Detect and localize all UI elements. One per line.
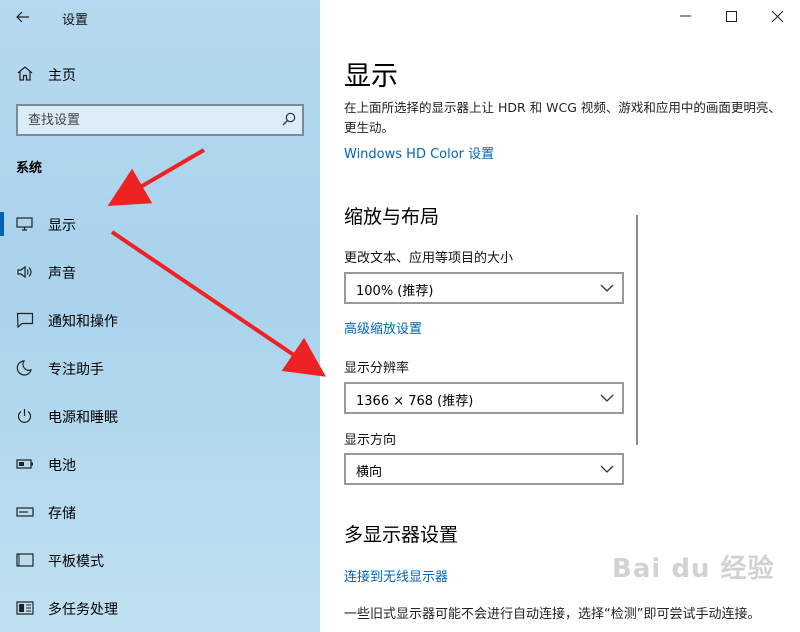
advanced-scaling-link[interactable]: 高级缩放设置 <box>344 318 422 337</box>
resolution-label: 显示分辨率 <box>344 361 410 376</box>
sidebar-item-label: 多任务处理 <box>48 602 118 618</box>
back-arrow-icon <box>16 11 29 23</box>
title-bar: 设置 <box>0 0 320 34</box>
minimize-button[interactable] <box>662 0 708 32</box>
sidebar-item-sound[interactable]: 声音 <box>0 250 320 294</box>
sidebar-item-display[interactable]: 显示 <box>0 202 320 246</box>
sidebar-item-label: 存储 <box>48 506 76 522</box>
storage-icon <box>16 507 34 517</box>
scale-value: 100% (推荐) <box>356 284 434 299</box>
sidebar: 设置 主页 系统 显示 声音 通知和操作 专注助手 电源和睡眠 电池 存储 <box>0 0 320 632</box>
notification-icon <box>16 312 34 328</box>
battery-icon <box>16 459 33 469</box>
orientation-value: 横向 <box>356 465 383 480</box>
search-icon[interactable] <box>282 112 296 126</box>
sidebar-item-label: 通知和操作 <box>48 314 118 330</box>
maximize-icon <box>725 10 737 22</box>
hdr-settings-link[interactable]: Windows HD Color 设置 <box>344 143 494 162</box>
maximize-button[interactable] <box>708 0 754 32</box>
sidebar-item-notifications[interactable]: 通知和操作 <box>0 298 320 342</box>
sidebar-item-storage[interactable]: 存储 <box>0 490 320 534</box>
scale-label: 更改文本、应用等项目的大小 <box>344 251 514 266</box>
sidebar-item-label: 电源和睡眠 <box>48 410 118 426</box>
page-title: 显示 <box>344 61 398 92</box>
resolution-dropdown[interactable]: 1366 × 768 (推荐) <box>344 382 624 414</box>
sidebar-item-focus-assist[interactable]: 专注助手 <box>0 346 320 390</box>
wireless-display-link[interactable]: 连接到无线显示器 <box>344 566 448 585</box>
multi-display-title: 多显示器设置 <box>344 524 459 546</box>
sidebar-item-battery[interactable]: 电池 <box>0 442 320 486</box>
sidebar-item-label: 平板模式 <box>48 554 104 570</box>
sidebar-item-multitasking[interactable]: 多任务处理 <box>0 586 320 630</box>
home-icon <box>17 66 33 81</box>
search-box[interactable] <box>16 104 304 136</box>
back-button[interactable] <box>10 5 36 29</box>
minimize-icon <box>679 15 691 17</box>
resolution-value: 1366 × 768 (推荐) <box>356 394 474 409</box>
scale-dropdown[interactable]: 100% (推荐) <box>344 272 624 304</box>
speaker-icon <box>17 265 32 279</box>
sidebar-item-label: 主页 <box>48 68 76 84</box>
sidebar-item-label: 显示 <box>48 218 76 234</box>
selection-indicator <box>0 212 4 236</box>
sidebar-item-home[interactable]: 主页 <box>0 60 320 88</box>
sidebar-item-power[interactable]: 电源和睡眠 <box>0 394 320 438</box>
main-content: 显示 在上面所选择的显示器上让 HDR 和 WCG 视频、游戏和应用中的画面更明… <box>320 0 800 632</box>
chevron-down-icon <box>600 284 614 292</box>
search-input[interactable] <box>18 106 268 134</box>
chevron-down-icon <box>600 465 614 473</box>
power-icon <box>17 409 32 423</box>
orientation-label: 显示方向 <box>344 433 397 448</box>
sidebar-item-label: 专注助手 <box>48 362 104 378</box>
orientation-dropdown[interactable]: 横向 <box>344 453 624 485</box>
multi-display-note: 一些旧式显示器可能不会进行自动连接，选择“检测”即可尝试手动连接。 <box>344 607 761 622</box>
close-icon <box>771 10 783 22</box>
monitor-icon <box>16 217 33 231</box>
sidebar-item-tablet-mode[interactable]: 平板模式 <box>0 538 320 582</box>
hdr-description: 在上面所选择的显示器上让 HDR 和 WCG 视频、游戏和应用中的画面更明亮、更… <box>344 100 781 135</box>
tablet-icon <box>16 553 34 567</box>
chevron-down-icon <box>600 394 614 402</box>
scale-section-title: 缩放与布局 <box>344 206 440 228</box>
moon-icon <box>16 360 32 376</box>
sidebar-item-label: 电池 <box>48 458 76 474</box>
watermark: Bai du 经验 <box>612 554 775 584</box>
section-title: 系统 <box>16 161 43 176</box>
close-button[interactable] <box>754 0 800 32</box>
scrollbar[interactable] <box>636 215 638 445</box>
sidebar-item-label: 声音 <box>48 266 76 282</box>
multitask-icon <box>16 601 34 615</box>
app-title: 设置 <box>62 13 89 28</box>
